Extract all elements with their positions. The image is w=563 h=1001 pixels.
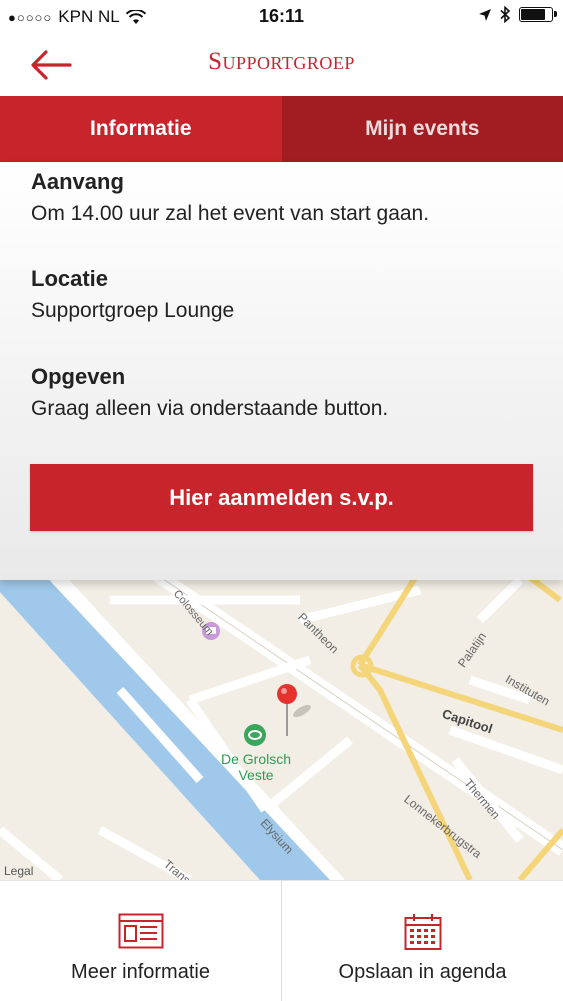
tab-label: Informatie — [90, 117, 192, 141]
poi-label-line: De Grolsch — [214, 751, 298, 767]
info-page-icon — [118, 913, 164, 949]
section-opgeven: Opgeven Graag alleen via onderstaande bu… — [31, 363, 541, 424]
calendar-icon — [404, 913, 442, 951]
bottom-action-label: Opslaan in agenda — [282, 961, 563, 984]
section-heading: Locatie — [31, 265, 541, 293]
tab-informatie[interactable]: Informatie — [0, 96, 282, 162]
section-locatie: Locatie Supportgroep Lounge — [31, 265, 541, 326]
app-title: Supportgroep — [0, 48, 563, 76]
map-pin-icon[interactable] — [277, 684, 297, 704]
bottom-action-label: Meer informatie — [0, 961, 281, 984]
navigation-bar: Supportgroep — [0, 34, 563, 96]
tab-label: Mijn events — [365, 117, 479, 141]
map-legal-link[interactable]: Legal — [4, 864, 33, 878]
bottom-action-bar: Meer informatie Opslaan in agenda — [0, 880, 563, 1001]
section-heading: Aanvang — [31, 168, 541, 196]
register-button[interactable]: Hier aanmelden s.v.p. — [30, 464, 533, 531]
section-text: Om 14.00 uur zal het event van start gaa… — [31, 199, 541, 229]
bluetooth-icon — [500, 6, 511, 23]
battery-icon — [519, 7, 553, 22]
location-map[interactable]: De Grolsch Veste Colosseum Pantheon Pala… — [0, 580, 563, 880]
meer-informatie-button[interactable]: Meer informatie — [0, 881, 281, 1001]
status-bar: ●○○○○ KPN NL 16:11 — [0, 0, 563, 34]
section-text: Supportgroep Lounge — [31, 296, 541, 326]
section-heading: Opgeven — [31, 363, 541, 391]
poi-label: De Grolsch Veste — [214, 751, 298, 783]
tab-bar: Informatie Mijn events — [0, 96, 563, 162]
tab-mijn-events[interactable]: Mijn events — [282, 96, 563, 162]
poi-label-line: Veste — [214, 767, 298, 783]
section-aanvang: Aanvang Om 14.00 uur zal het event van s… — [31, 168, 541, 229]
event-info-panel: Aanvang Om 14.00 uur zal het event van s… — [0, 162, 563, 580]
location-arrow-icon — [478, 8, 492, 22]
opslaan-in-agenda-button[interactable]: Opslaan in agenda — [281, 881, 563, 1001]
stadium-poi-icon — [244, 724, 266, 746]
section-text: Graag alleen via onderstaande button. — [31, 394, 541, 424]
